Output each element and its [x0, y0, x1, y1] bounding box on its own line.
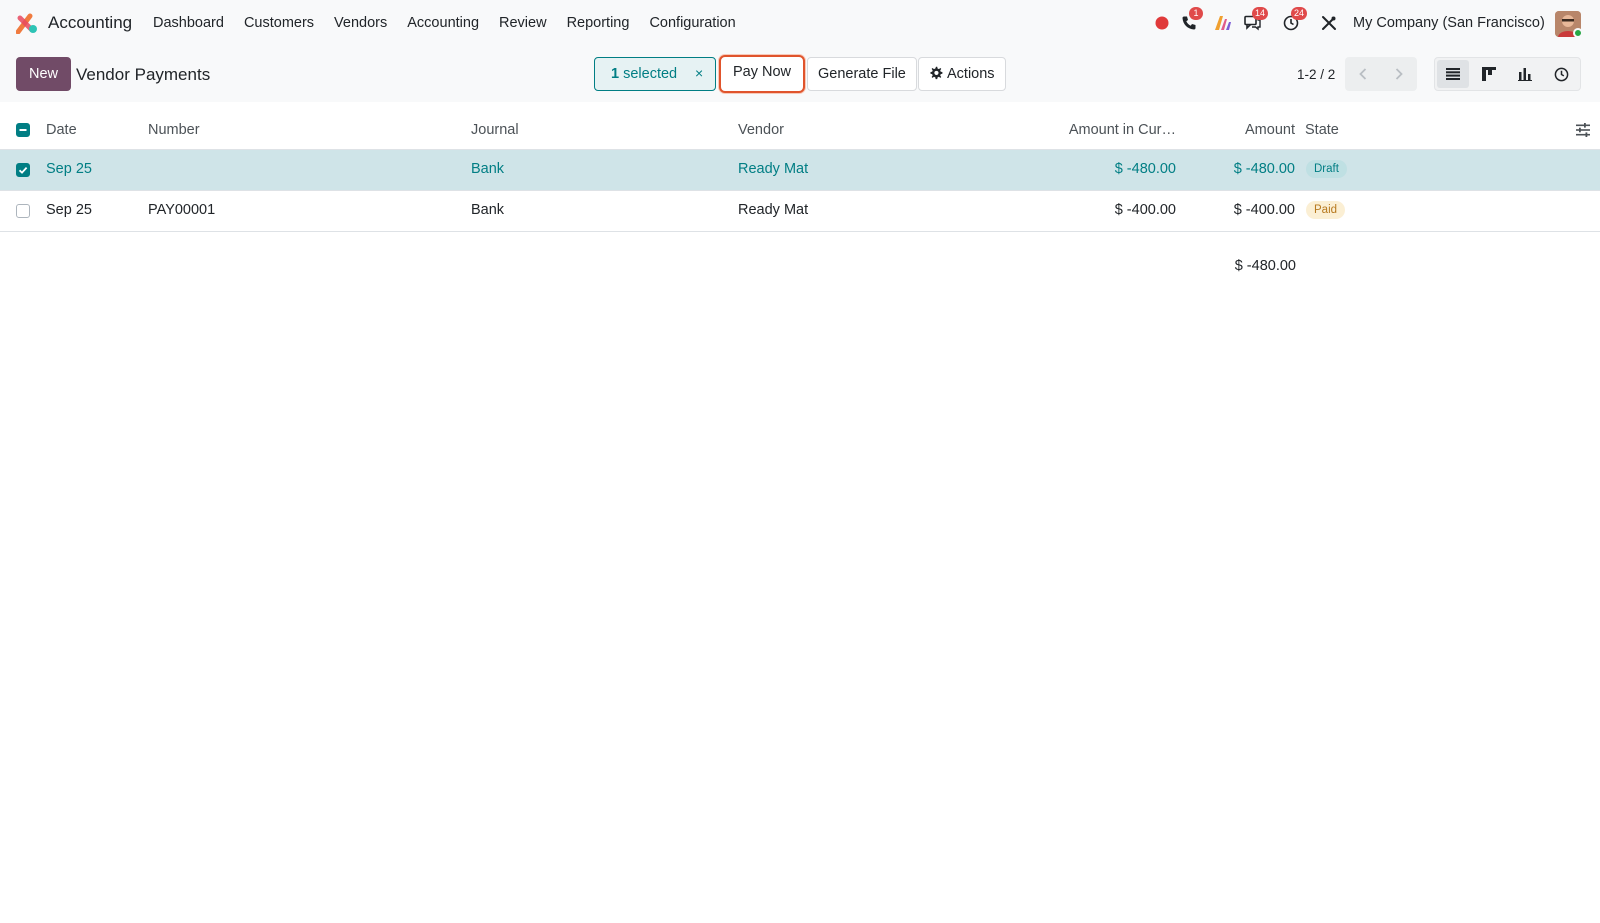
app-name[interactable]: Accounting	[48, 13, 132, 33]
cell-amount-currency: $ -400.00	[1114, 202, 1176, 218]
cell-number: PAY00001	[148, 202, 216, 218]
column-amount-currency[interactable]: Amount in Cur…	[1040, 122, 1176, 138]
column-state[interactable]: State	[1305, 122, 1339, 138]
pager-previous-icon[interactable]	[1345, 57, 1381, 91]
pager-nav	[1345, 57, 1417, 91]
cell-vendor: Ready Mat	[738, 161, 809, 177]
column-amount[interactable]: Amount	[1190, 122, 1295, 138]
activities-badge: 24	[1291, 7, 1308, 20]
cell-amount-currency: $ -480.00	[1114, 161, 1176, 177]
phone-badge: 1	[1189, 7, 1203, 20]
online-status-dot	[1573, 28, 1583, 38]
top-navbar: Accounting Dashboard Customers Vendors A…	[0, 0, 1600, 46]
accounting-app-icon[interactable]	[16, 12, 38, 34]
status-badge: Paid	[1306, 201, 1346, 219]
menu-reporting[interactable]: Reporting	[567, 15, 630, 31]
cell-amount: $ -480.00	[1233, 161, 1295, 177]
pager-next-icon[interactable]	[1381, 57, 1417, 91]
cell-date: Sep 25	[46, 161, 92, 177]
row-checkbox[interactable]	[16, 163, 30, 177]
column-number[interactable]: Number	[148, 122, 200, 138]
cell-journal: Bank	[471, 202, 505, 218]
status-badge: Draft	[1306, 160, 1347, 178]
selection-label: 1 selected	[611, 66, 678, 82]
gear-icon	[930, 66, 943, 80]
recording-icon[interactable]	[1153, 14, 1171, 32]
menu-accounting[interactable]: Accounting	[407, 15, 479, 31]
tools-icon[interactable]	[1320, 14, 1338, 32]
amount-total: $ -480.00	[1234, 258, 1296, 274]
company-switcher[interactable]: My Company (San Francisco)	[1353, 15, 1545, 31]
column-vendor[interactable]: Vendor	[738, 122, 784, 138]
table-header: Date Number Journal Vendor Amount in Cur…	[0, 110, 1600, 150]
actions-label: Actions	[947, 66, 995, 82]
menu-review[interactable]: Review	[499, 15, 547, 31]
optional-columns-icon[interactable]	[1576, 123, 1590, 140]
menu-vendors[interactable]: Vendors	[334, 15, 387, 31]
table-row[interactable]: Sep 25 PAY00001 Bank Ready Mat $ -400.00…	[0, 191, 1600, 232]
page-title: Vendor Payments	[76, 65, 211, 84]
generate-file-button[interactable]: Generate File	[807, 57, 917, 91]
row-checkbox[interactable]	[16, 204, 30, 218]
activity-view-icon[interactable]	[1543, 58, 1579, 90]
column-journal[interactable]: Journal	[471, 122, 519, 138]
messages-badge: 14	[1252, 7, 1269, 20]
selection-indicator: 1 selected ×	[594, 57, 716, 91]
kanban-view-icon[interactable]	[1471, 58, 1507, 90]
view-switcher	[1434, 57, 1581, 91]
control-panel: New Vendor Payments 1 selected × Pay Now…	[0, 46, 1600, 102]
ai-assistant-icon[interactable]	[1214, 14, 1232, 32]
table-row[interactable]: Sep 25 Bank Ready Mat $ -480.00 $ -480.0…	[0, 150, 1600, 191]
cell-journal: Bank	[471, 161, 505, 177]
phone-icon[interactable]: 1	[1180, 7, 1203, 32]
graph-view-icon[interactable]	[1507, 58, 1543, 90]
actions-button[interactable]: Actions	[918, 57, 1006, 91]
pay-now-button[interactable]: Pay Now	[719, 55, 805, 93]
menu-dashboard[interactable]: Dashboard	[153, 15, 224, 31]
menu-customers[interactable]: Customers	[244, 15, 314, 31]
column-date[interactable]: Date	[46, 122, 77, 138]
main-menu: Dashboard Customers Vendors Accounting R…	[153, 15, 756, 31]
list-view-icon[interactable]	[1437, 60, 1469, 88]
clear-selection-icon[interactable]: ×	[695, 65, 703, 81]
pager-value[interactable]: 1-2 / 2	[1297, 67, 1335, 82]
cell-date: Sep 25	[46, 202, 92, 218]
menu-configuration[interactable]: Configuration	[649, 15, 735, 31]
activities-clock-icon[interactable]: 24	[1282, 7, 1308, 32]
select-all-checkbox[interactable]	[16, 123, 30, 137]
new-button[interactable]: New	[16, 57, 72, 91]
cell-vendor: Ready Mat	[738, 202, 809, 218]
messages-icon[interactable]: 14	[1243, 7, 1269, 32]
cell-amount: $ -400.00	[1233, 202, 1295, 218]
